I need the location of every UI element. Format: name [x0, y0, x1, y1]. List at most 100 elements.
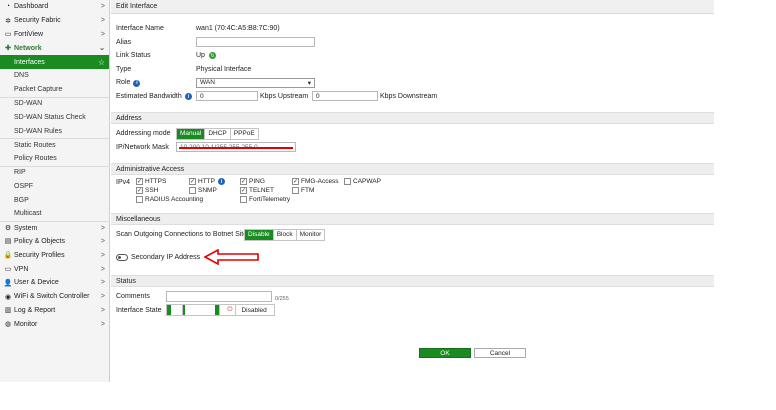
secondary-ip-toggle[interactable]	[116, 253, 128, 261]
sidebar-subitem-static-routes[interactable]: Static Routes	[0, 137, 109, 152]
sidebar-subitem-bgp[interactable]: BGP	[0, 193, 109, 207]
link-up-icon: ↻	[208, 52, 216, 60]
disabled-label: Disabled	[238, 305, 270, 316]
sidebar-item-wifi-and-switch-controller[interactable]: ◉ WiFi & Switch Controller >	[0, 290, 109, 304]
downstream-input[interactable]: 0	[312, 91, 378, 102]
sidebar: ◔ Dashboard > ✲ Security Fabric > ▭ FortiView > ✚…	[0, 0, 110, 382]
admin-access-section-header: Administrative Access	[111, 163, 714, 175]
fortitelemetry-checkbox[interactable]: FortiTelemetry	[240, 196, 290, 203]
sidebar-item-log-and-report[interactable]: ▥ Log & Report >	[0, 304, 109, 318]
alias-row: Alias	[111, 36, 714, 50]
role-label-wrap: Role i	[116, 79, 196, 87]
comments-label: Comments	[116, 293, 150, 301]
fortitelemetry-label: FortiTelemetry	[249, 196, 291, 203]
enabled-check-icon: ✔	[171, 305, 184, 316]
sidebar-item-label: Policy & Objects	[14, 237, 65, 245]
botnet-disable-button[interactable]: Disable	[245, 229, 274, 240]
cancel-button[interactable]: Cancel	[473, 348, 526, 358]
chevron-right-icon: >	[100, 237, 105, 245]
sidebar-item-policy-and-objects[interactable]: ▤ Policy & Objects >	[0, 235, 109, 249]
addressing-mode-row: Addressing mode Manual DHCP PPPoE	[111, 127, 714, 141]
empty-checkbox-icon	[292, 187, 299, 194]
ip-mask-input[interactable]: 10.200.10.1/255.255.255.0	[176, 142, 296, 153]
role-select[interactable]: WAN ▾	[196, 77, 315, 88]
alias-input[interactable]	[196, 37, 315, 48]
sidebar-item-user-and-device[interactable]: 👤 User & Device >	[0, 276, 109, 290]
ok-button[interactable]: OK	[419, 348, 471, 358]
bandwidth-label-wrap: Estimated Bandwidth i	[116, 93, 196, 100]
ftm-checkbox[interactable]: FTM	[292, 187, 314, 194]
radius-accounting-checkbox[interactable]: RADIUS Accounting	[136, 196, 203, 203]
edit-interface-panel: Edit Interface Interface Name wan1 (70:4…	[111, 0, 714, 382]
comments-input[interactable]	[166, 291, 272, 303]
sidebar-item-security-fabric[interactable]: ✲ Security Fabric >	[0, 14, 109, 28]
sidebar-subitem-dns[interactable]: DNS	[0, 69, 109, 83]
chevron-right-icon: >	[100, 17, 105, 25]
snmp-checkbox[interactable]: SNMP	[189, 187, 217, 194]
sidebar-item-label: VPN	[14, 265, 29, 273]
sidebar-subitem-rip[interactable]: RIP	[0, 165, 109, 180]
sidebar-subitem-label: BGP	[14, 196, 29, 204]
sidebar-item-dashboard[interactable]: ◔ Dashboard >	[0, 0, 109, 14]
sidebar-subitem-multicast[interactable]: Multicast	[0, 207, 109, 221]
comments-row: Comments 0/255	[111, 290, 714, 304]
state-enabled-button[interactable]: ✔ Enabled	[167, 305, 221, 316]
sidebar-item-monitor[interactable]: ◍ Monitor >	[0, 317, 109, 331]
sidebar-item-system[interactable]: ⚙ System >	[0, 220, 109, 235]
role-row: Role i WAN ▾	[111, 76, 714, 90]
sidebar-subitem-interfaces[interactable]: Interfaces ☆	[0, 55, 109, 69]
telnet-label: TELNET	[249, 187, 274, 194]
empty-checkbox-icon	[240, 196, 247, 203]
sidebar-subitem-policy-routes[interactable]: Policy Routes	[0, 152, 109, 166]
sidebar-subitem-label: OSPF	[14, 182, 34, 190]
http-checkbox[interactable]: ✓ HTTP i	[189, 178, 225, 185]
chevron-right-icon: >	[100, 3, 105, 11]
sidebar-item-label: WiFi & Switch Controller	[14, 293, 90, 301]
fmg-access-checkbox[interactable]: ✓ FMG-Access	[292, 178, 339, 185]
radius-accounting-label: RADIUS Accounting	[145, 196, 204, 203]
capwap-checkbox[interactable]: CAPWAP	[344, 178, 381, 185]
sidebar-item-vpn[interactable]: ▭ VPN >	[0, 262, 109, 276]
policy-objects-icon: ▤	[4, 238, 12, 246]
empty-checkbox-icon	[189, 187, 196, 194]
enabled-label: Enabled	[185, 305, 216, 316]
star-icon[interactable]: ☆	[98, 58, 105, 67]
upstream-input[interactable]: 0	[196, 91, 258, 102]
chevron-down-icon: ▾	[307, 79, 311, 87]
sidebar-subitem-sd-wan[interactable]: SD-WAN	[0, 96, 109, 111]
chevron-right-icon: >	[100, 265, 105, 273]
mode-pppoe-button[interactable]: PPPoE	[230, 128, 258, 139]
sidebar-subitem-label: Packet Capture	[14, 86, 63, 94]
interface-state-toggle: ✔ Enabled ⏻ Disabled	[166, 304, 275, 317]
addressing-mode-toggle: Manual DHCP PPPoE	[176, 127, 259, 140]
status-section-header: Status	[111, 275, 714, 287]
check-icon: ✓	[136, 187, 143, 194]
sidebar-subitem-ospf[interactable]: OSPF	[0, 179, 109, 193]
botnet-block-button[interactable]: Block	[273, 229, 297, 240]
mode-manual-button[interactable]: Manual	[177, 128, 206, 139]
https-checkbox[interactable]: ✓ HTTPS	[136, 178, 166, 185]
sidebar-subitem-sd-wan-status-check[interactable]: SD-WAN Status Check	[0, 110, 109, 124]
sidebar-item-label: Security Profiles	[14, 251, 65, 259]
telnet-checkbox[interactable]: ✓ TELNET	[240, 187, 274, 194]
security-profiles-icon: 🔒	[3, 252, 13, 260]
sidebar-item-fortiview[interactable]: ▭ FortiView >	[0, 28, 109, 42]
chevron-right-icon: >	[100, 251, 105, 259]
chevron-right-icon: >	[100, 293, 105, 301]
botnet-monitor-button[interactable]: Monitor	[296, 229, 325, 240]
sidebar-item-network[interactable]: ✚ Network ⌄	[0, 41, 109, 55]
sidebar-subitem-label: SD-WAN Status Check	[14, 113, 86, 121]
role-info-icon[interactable]: i	[133, 79, 141, 87]
ssh-checkbox[interactable]: ✓ SSH	[136, 187, 158, 194]
botnet-toggle: Disable Block Monitor	[244, 228, 326, 241]
ping-checkbox[interactable]: ✓ PING	[240, 178, 265, 185]
mode-dhcp-button[interactable]: DHCP	[205, 128, 231, 139]
ipv4-label: IPv4	[116, 179, 131, 186]
sidebar-subitem-packet-capture[interactable]: Packet Capture	[0, 83, 109, 97]
sidebar-item-security-profiles[interactable]: 🔒 Security Profiles >	[0, 248, 109, 262]
chevron-right-icon: >	[100, 279, 105, 287]
sidebar-subitem-sd-wan-rules[interactable]: SD-WAN Rules	[0, 124, 109, 138]
http-info-icon[interactable]: i	[217, 178, 225, 185]
state-disabled-button[interactable]: ⏻ Disabled	[220, 305, 274, 316]
bandwidth-info-icon[interactable]: i	[184, 93, 192, 100]
